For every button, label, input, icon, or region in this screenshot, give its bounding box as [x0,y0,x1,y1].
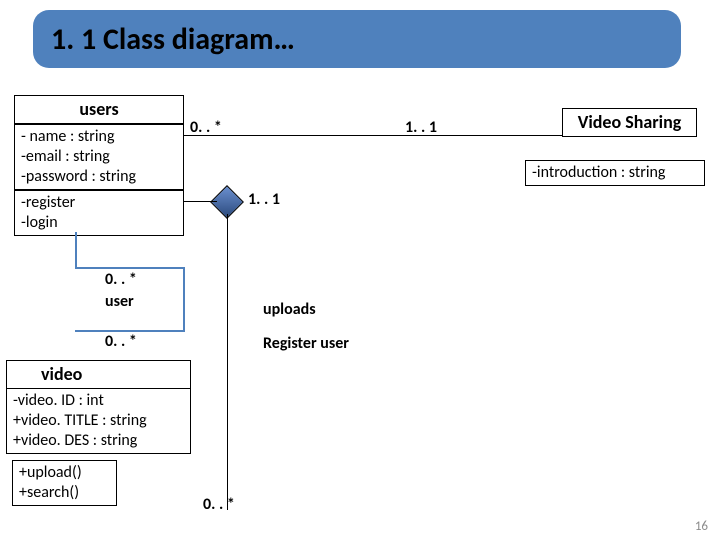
class-users-title: users [14,95,184,124]
role-label: user [105,292,134,311]
class-attr: -video. ID : int [13,391,184,411]
class-attr: -email : string [21,147,177,167]
class-videosharing-attrs-box: -introduction : string [525,160,705,186]
class-video: video -video. ID : int +video. TITLE : s… [6,360,191,454]
assoc-name-label: uploads [263,300,316,319]
class-videosharing-title: Video Sharing [562,108,697,137]
class-videosharing: Video Sharing [562,108,697,137]
multiplicity-label: 0. . * [105,332,137,351]
class-attr: +video. TITLE : string [13,411,184,431]
class-video-title: video [6,360,191,389]
multiplicity-label: 0. . * [105,270,137,289]
assoc-line-stub [184,201,217,202]
class-attr: +video. DES : string [13,431,184,451]
multiplicity-label: 0. . * [203,495,235,514]
assoc-name-label: Register user [263,335,349,353]
class-op: -login [21,213,177,233]
self-assoc-line [75,232,77,269]
class-video-ops: +upload() +search() [12,460,117,506]
title-bar: 1. 1 Class diagram… [33,10,681,68]
assoc-line-users-video [227,214,228,510]
class-users: users - name : string -email : string -p… [14,95,184,236]
assoc-line-users-videosharing [184,135,562,136]
self-assoc-line [75,267,185,269]
multiplicity-label: 1. . 1 [248,190,280,209]
multiplicity-label: 0. . * [190,118,222,137]
class-users-ops: -register -login [14,190,184,236]
self-assoc-line [183,267,185,332]
class-op: -register [21,193,177,213]
class-op: +upload() [19,463,110,483]
class-users-attrs: - name : string -email : string -passwor… [14,124,184,190]
class-videosharing-attr: -introduction : string [525,160,705,186]
class-video-attrs: -video. ID : int +video. TITLE : string … [6,389,191,454]
page-number: 16 [695,519,708,534]
class-op: +search() [19,483,110,503]
multiplicity-label: 1. . 1 [405,118,437,137]
assoc-name-text: Register user [263,334,349,353]
page-title: 1. 1 Class diagram… [51,21,295,58]
class-attr: -password : string [21,167,177,187]
class-video-ops-box: +upload() +search() [12,460,117,506]
class-attr: - name : string [21,127,177,147]
